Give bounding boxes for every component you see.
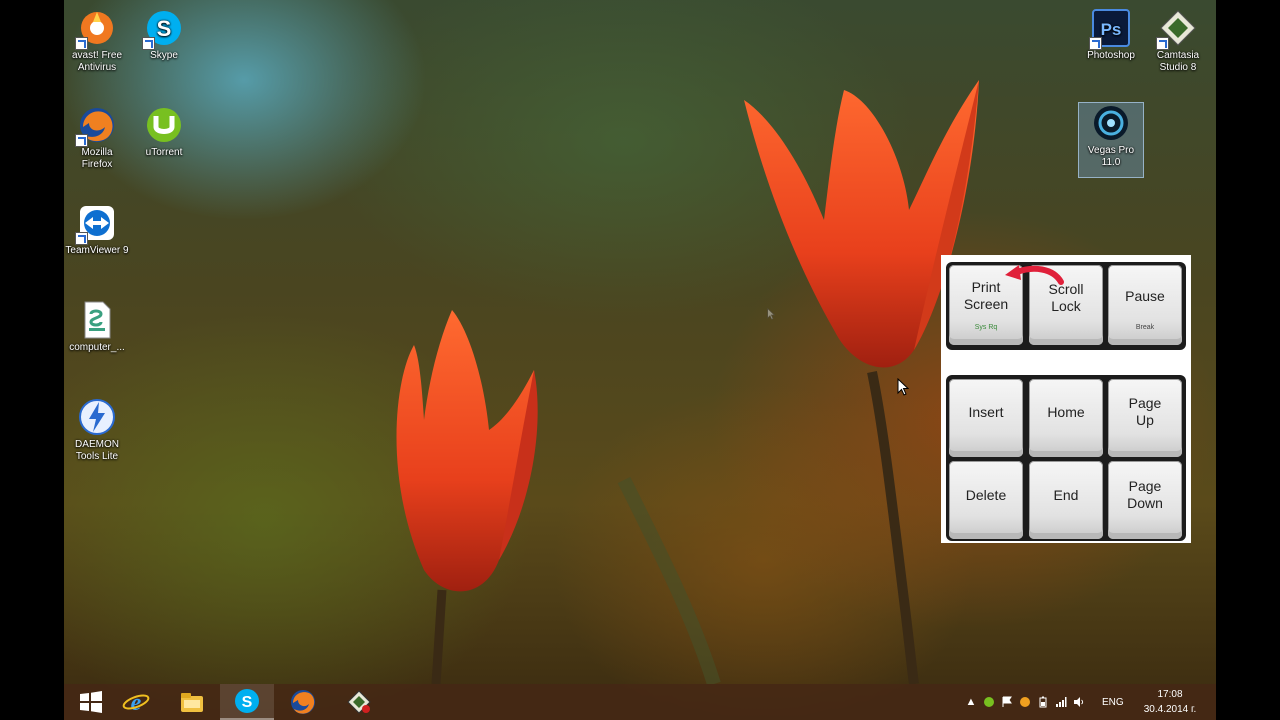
- desktop-icon-label: Mozilla Firefox: [81, 147, 113, 170]
- desktop-icon-label: DAEMON Tools Lite: [75, 439, 119, 462]
- desktop-icon-computer-file[interactable]: computer_...: [65, 300, 129, 354]
- desktop-icon-label: Skype: [150, 50, 178, 61]
- skype-icon: S: [235, 689, 259, 713]
- taskbar-firefox[interactable]: [276, 684, 330, 720]
- desktop-icon-label: Camtasia Studio 8: [1156, 50, 1200, 73]
- key-label: Delete: [965, 486, 1007, 503]
- taskbar-skype[interactable]: S: [220, 684, 274, 720]
- key-label: End: [1053, 486, 1079, 503]
- internet-explorer-icon: e: [122, 690, 150, 716]
- action-center-flag-icon[interactable]: [1000, 695, 1014, 709]
- key-insert: Insert: [949, 379, 1023, 457]
- svg-text:Ps: Ps: [1101, 20, 1122, 39]
- key-page-down: Page Down: [1108, 461, 1182, 539]
- desktop-icon-label: Vegas Pro 11.0: [1087, 145, 1135, 168]
- key-home: Home: [1029, 379, 1103, 457]
- key-label: Page Down: [1127, 478, 1163, 511]
- svg-text:S: S: [242, 694, 253, 711]
- shortcut-arrow-icon: [1089, 37, 1102, 50]
- utorrent-tray-icon[interactable]: [982, 695, 996, 709]
- skype-icon: S: [142, 8, 184, 50]
- desktop-icon-photoshop[interactable]: Ps Photoshop: [1079, 8, 1143, 62]
- taskbar: e S ▲ ENG 17:08 30.4.2014 г.: [64, 684, 1216, 720]
- desktop-icon-vegas-pro[interactable]: Vegas Pro 11.0: [1078, 102, 1144, 178]
- taskbar-clock[interactable]: 17:08 30.4.2014 г.: [1130, 687, 1210, 717]
- shortcut-arrow-icon: [75, 232, 88, 245]
- key-label: Insert: [968, 403, 1004, 420]
- system-tray: ▲ ENG: [962, 684, 1124, 720]
- camtasia-recorder-icon: [347, 690, 371, 714]
- key-label: Home: [1047, 403, 1085, 420]
- desktop-icon-label: Photoshop: [1087, 50, 1135, 61]
- desktop-icon-utorrent[interactable]: uTorrent: [132, 105, 196, 159]
- key-page-up: Page Up: [1108, 379, 1182, 457]
- svg-text:S: S: [157, 16, 172, 41]
- battery-icon[interactable]: [1036, 695, 1050, 709]
- taskbar-internet-explorer[interactable]: e: [109, 684, 163, 720]
- input-language-indicator[interactable]: ENG: [1102, 697, 1124, 708]
- file-explorer-icon: [181, 693, 203, 712]
- clock-time: 17:08: [1157, 689, 1183, 700]
- key-delete: Delete: [949, 461, 1023, 539]
- key-sublabel: Sys Rq: [974, 324, 998, 331]
- desktop-icon-skype[interactable]: S Skype: [132, 8, 196, 62]
- desktop-icon-daemon-tools[interactable]: DAEMON Tools Lite: [65, 397, 129, 463]
- show-hidden-icons-chevron-icon[interactable]: ▲: [964, 695, 978, 709]
- script-file-icon: [77, 300, 117, 340]
- windows-logo-icon: [80, 691, 102, 713]
- desktop-icon-firefox[interactable]: Mozilla Firefox: [65, 105, 129, 171]
- desktop-icon-label: uTorrent: [145, 147, 183, 158]
- key-label: Page Up: [1128, 395, 1162, 428]
- shortcut-arrow-icon: [75, 134, 88, 147]
- desktop-icon-label: TeamViewer 9: [65, 245, 129, 256]
- desktop-icon-label: computer_...: [69, 342, 125, 353]
- clock-date: 30.4.2014 г.: [1143, 704, 1197, 715]
- key-sublabel: Break: [1135, 324, 1155, 331]
- avast-icon: [75, 8, 117, 50]
- keyboard-keys-image: Print Screen Sys Rq Scroll Lock Pause Br…: [941, 255, 1191, 543]
- utorrent-icon: [144, 105, 184, 145]
- photoshop-icon: Ps: [1089, 8, 1131, 50]
- taskbar-camtasia-recorder[interactable]: [332, 684, 386, 720]
- mouse-cursor-icon: [897, 378, 909, 396]
- desktop-icon-camtasia[interactable]: Camtasia Studio 8: [1146, 8, 1210, 74]
- avast-tray-icon[interactable]: [1018, 695, 1032, 709]
- camtasia-icon: [1156, 8, 1198, 50]
- firefox-icon: [291, 690, 315, 714]
- vegas-pro-icon: [1091, 103, 1131, 143]
- shortcut-arrow-icon: [142, 37, 155, 50]
- svg-text:e: e: [131, 690, 142, 716]
- red-arrow-icon: [1005, 265, 1064, 285]
- network-icon[interactable]: [1054, 695, 1068, 709]
- shortcut-arrow-icon: [75, 37, 88, 50]
- taskbar-file-explorer[interactable]: [165, 684, 219, 720]
- ghost-cursor-icon: [767, 308, 775, 320]
- daemon-tools-icon: [77, 397, 117, 437]
- desktop-icon-label: avast! Free Antivirus: [71, 50, 123, 73]
- shortcut-arrow-icon: [1156, 37, 1169, 50]
- teamviewer-icon: [75, 203, 117, 245]
- desktop-icon-teamviewer[interactable]: TeamViewer 9: [65, 203, 129, 257]
- volume-icon[interactable]: [1072, 695, 1086, 709]
- key-end: End: [1029, 461, 1103, 539]
- key-label: Pause: [1125, 287, 1165, 304]
- desktop-icon-avast[interactable]: avast! Free Antivirus: [65, 8, 129, 74]
- key-pause: Pause Break: [1108, 265, 1182, 345]
- firefox-icon: [75, 105, 117, 147]
